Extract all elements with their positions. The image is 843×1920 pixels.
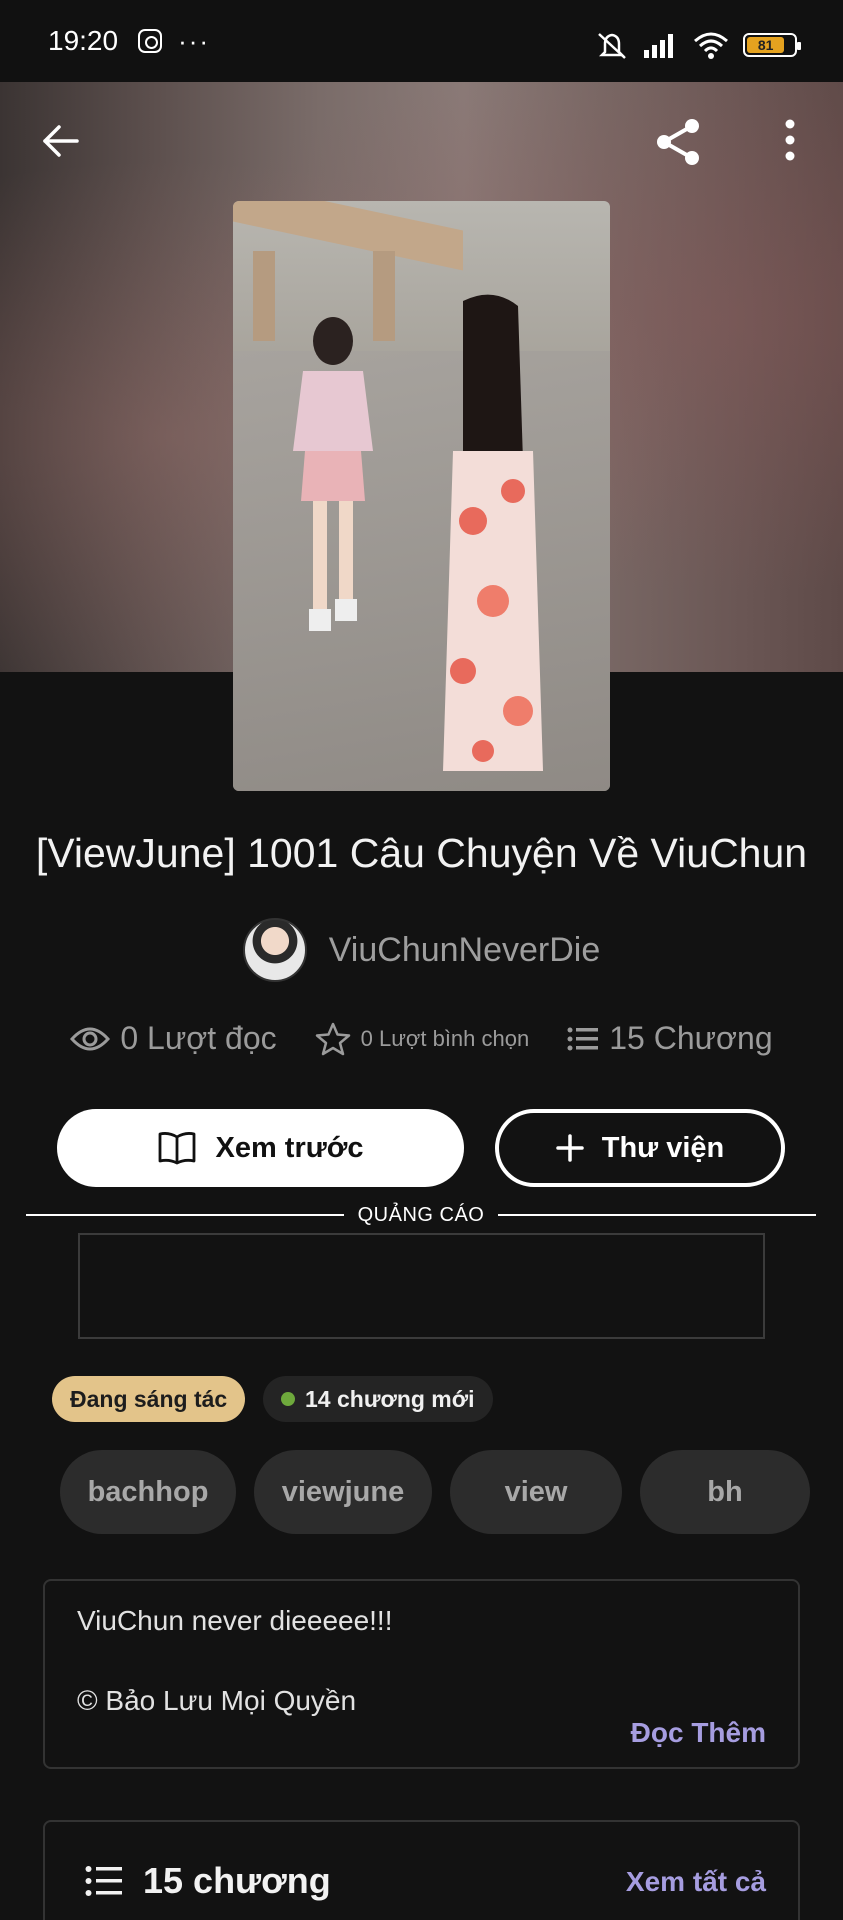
story-title: [ViewJune] 1001 Câu Chuyện Về ViuChun bbox=[35, 830, 808, 876]
votes-count: 0 Lượt bình chọn bbox=[360, 1025, 530, 1051]
status-time: 19:20 bbox=[48, 25, 119, 56]
library-label: Thư viện bbox=[601, 1131, 725, 1164]
more-vert-icon bbox=[785, 119, 795, 161]
chapter-list-box: 15 chương Xem tất cả bbox=[43, 1820, 800, 1920]
list-icon bbox=[567, 1027, 599, 1050]
reads-count: 0 Lượt đọc bbox=[120, 1020, 277, 1056]
add-to-library-button[interactable]: Thư viện bbox=[495, 1109, 785, 1187]
more-notifications-icon: ··· bbox=[178, 25, 211, 56]
reads-stat: 0 Lượt đọc bbox=[70, 1020, 277, 1057]
signal-icon bbox=[644, 34, 673, 58]
read-more-link[interactable]: Đọc Thêm bbox=[631, 1717, 766, 1749]
battery-level: 81 bbox=[747, 37, 785, 53]
author-avatar[interactable] bbox=[242, 918, 307, 982]
new-chapters-label: 14 chương mới bbox=[305, 1385, 475, 1412]
new-chapters-badge: 14 chương mới bbox=[263, 1376, 493, 1422]
more-options-button[interactable] bbox=[770, 116, 810, 166]
preview-button[interactable]: Xem trước bbox=[57, 1109, 464, 1187]
cover-pillar bbox=[253, 251, 275, 341]
tag-list: bachhop viewjune view bh bbox=[60, 1450, 810, 1534]
author-row[interactable]: ViuChunNeverDie bbox=[0, 918, 843, 982]
chapter-count-title: 15 chương bbox=[143, 1860, 331, 1901]
wifi-icon bbox=[694, 32, 728, 59]
share-icon bbox=[657, 119, 699, 165]
book-icon bbox=[159, 1132, 196, 1165]
chapters-stat: 15 Chương bbox=[567, 1020, 773, 1057]
star-icon bbox=[315, 1022, 350, 1055]
tag-chip[interactable]: bh bbox=[640, 1450, 810, 1534]
cover-figure-right bbox=[443, 294, 543, 771]
ad-label: QUẢNG CÁO bbox=[357, 1203, 485, 1226]
back-button[interactable] bbox=[36, 116, 86, 166]
author-name[interactable]: ViuChunNeverDie bbox=[329, 931, 601, 970]
battery-icon: 81 bbox=[743, 33, 801, 57]
description-box: ViuChun never dieeeee!!! © Bảo Lưu Mọi Q… bbox=[43, 1579, 800, 1769]
mute-icon bbox=[598, 33, 626, 59]
tag-chip[interactable]: view bbox=[450, 1450, 622, 1534]
see-all-link[interactable]: Xem tất cả bbox=[626, 1866, 766, 1898]
plus-icon bbox=[555, 1134, 584, 1162]
back-arrow-icon bbox=[43, 125, 79, 157]
status-badge: Đang sáng tác bbox=[52, 1376, 246, 1422]
cover-figure-left bbox=[293, 317, 373, 631]
votes-stat: 0 Lượt bình chọn bbox=[315, 1022, 530, 1056]
preview-label: Xem trước bbox=[215, 1131, 364, 1164]
ad-line-right bbox=[498, 1214, 816, 1216]
instagram-icon bbox=[138, 29, 163, 53]
status-bar: 19:20 ··· 81 bbox=[0, 0, 843, 82]
story-cover-image bbox=[233, 201, 610, 791]
share-button[interactable] bbox=[650, 114, 706, 170]
eye-icon bbox=[70, 1027, 111, 1050]
tag-chip[interactable]: viewjune bbox=[254, 1450, 432, 1534]
story-stats: 0 Lượt đọc 0 Lượt bình chọn 15 Chương bbox=[0, 1020, 843, 1057]
ad-line-left bbox=[26, 1214, 344, 1216]
description-text: ViuChun never dieeeee!!! bbox=[77, 1605, 393, 1636]
list-icon bbox=[85, 1866, 122, 1896]
status-icons: 81 bbox=[595, 30, 801, 60]
ad-divider: QUẢNG CÁO bbox=[26, 1200, 816, 1230]
ad-slot[interactable] bbox=[78, 1233, 765, 1339]
copyright-text: © Bảo Lưu Mọi Quyền bbox=[77, 1685, 357, 1716]
new-dot-icon bbox=[281, 1392, 295, 1406]
chapter-list-header: 15 chương bbox=[85, 1860, 331, 1902]
chapters-count: 15 Chương bbox=[609, 1020, 773, 1056]
tag-chip[interactable]: bachhop bbox=[60, 1450, 236, 1534]
